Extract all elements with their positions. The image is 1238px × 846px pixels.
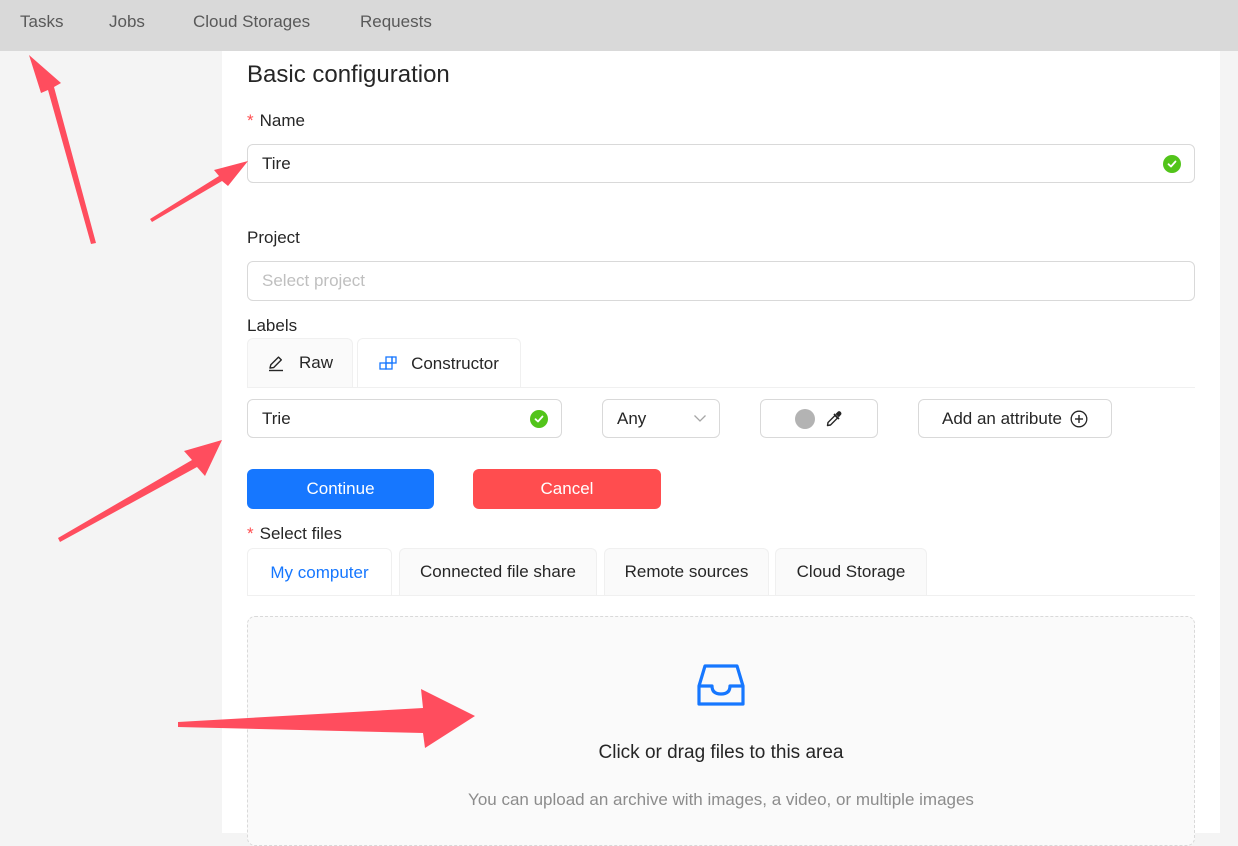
project-label: Project xyxy=(247,228,300,247)
nav-item-tasks[interactable]: Tasks xyxy=(20,12,63,32)
check-circle-icon xyxy=(1163,155,1181,173)
edit-icon xyxy=(267,354,285,372)
tab-raw[interactable]: Raw xyxy=(247,338,353,387)
tab-raw-label: Raw xyxy=(298,353,333,372)
labels-label: Labels xyxy=(247,316,298,335)
plus-circle-icon xyxy=(1070,410,1088,428)
tab-remote-sources[interactable]: Remote sources xyxy=(604,548,769,595)
labels-tab-divider xyxy=(247,387,1195,388)
add-attribute-label: Add an attribute xyxy=(941,408,1063,428)
annotation-arrow xyxy=(29,55,96,244)
nav-item-requests[interactable]: Requests xyxy=(360,12,432,32)
select-files-label-text: Select files xyxy=(259,524,342,543)
continue-button[interactable]: Continue xyxy=(247,469,434,509)
drop-title: Click or drag files to this area xyxy=(598,742,844,763)
tab-my-computer[interactable]: My computer xyxy=(247,548,392,596)
label-name-value: Trie xyxy=(262,408,291,428)
build-icon xyxy=(379,355,397,373)
tab-constructor[interactable]: Constructor xyxy=(357,338,521,388)
select-files-label: * Select files xyxy=(247,524,342,544)
label-type-select[interactable]: Any xyxy=(602,399,720,438)
tab-cloud-storage[interactable]: Cloud Storage xyxy=(775,548,927,595)
add-attribute-button[interactable]: Add an attribute xyxy=(918,399,1112,438)
required-mark: * xyxy=(247,111,254,130)
top-navigation: Tasks Jobs Cloud Storages Requests xyxy=(0,0,1238,51)
check-circle-icon xyxy=(530,410,548,428)
name-label: * Name xyxy=(247,111,305,131)
cancel-button[interactable]: Cancel xyxy=(473,469,661,509)
color-swatch xyxy=(795,408,815,429)
name-input[interactable]: Tire xyxy=(247,144,1195,183)
name-label-text: Name xyxy=(259,111,305,130)
eyedropper-icon xyxy=(825,410,843,428)
chevron-down-icon xyxy=(693,412,707,424)
tab-constructor-label: Constructor xyxy=(411,353,499,373)
nav-item-cloud-storages[interactable]: Cloud Storages xyxy=(193,12,310,32)
project-select[interactable]: Select project xyxy=(247,261,1195,301)
section-title: Basic configuration xyxy=(247,61,450,88)
required-mark: * xyxy=(247,524,254,543)
nav-item-jobs[interactable]: Jobs xyxy=(109,12,145,32)
label-color-button[interactable] xyxy=(760,399,878,438)
project-placeholder: Select project xyxy=(262,271,365,290)
drop-hint: You can upload an archive with images, a… xyxy=(468,790,974,809)
label-name-input[interactable]: Trie xyxy=(247,399,562,438)
annotation-arrow xyxy=(58,440,222,542)
label-type-value: Any xyxy=(617,408,647,428)
inbox-icon xyxy=(697,662,745,708)
name-input-value: Tire xyxy=(262,153,291,173)
files-tab-divider xyxy=(247,595,1195,596)
tab-connected-file-share[interactable]: Connected file share xyxy=(399,548,597,595)
file-dropzone[interactable]: Click or drag files to this area You can… xyxy=(247,616,1195,846)
